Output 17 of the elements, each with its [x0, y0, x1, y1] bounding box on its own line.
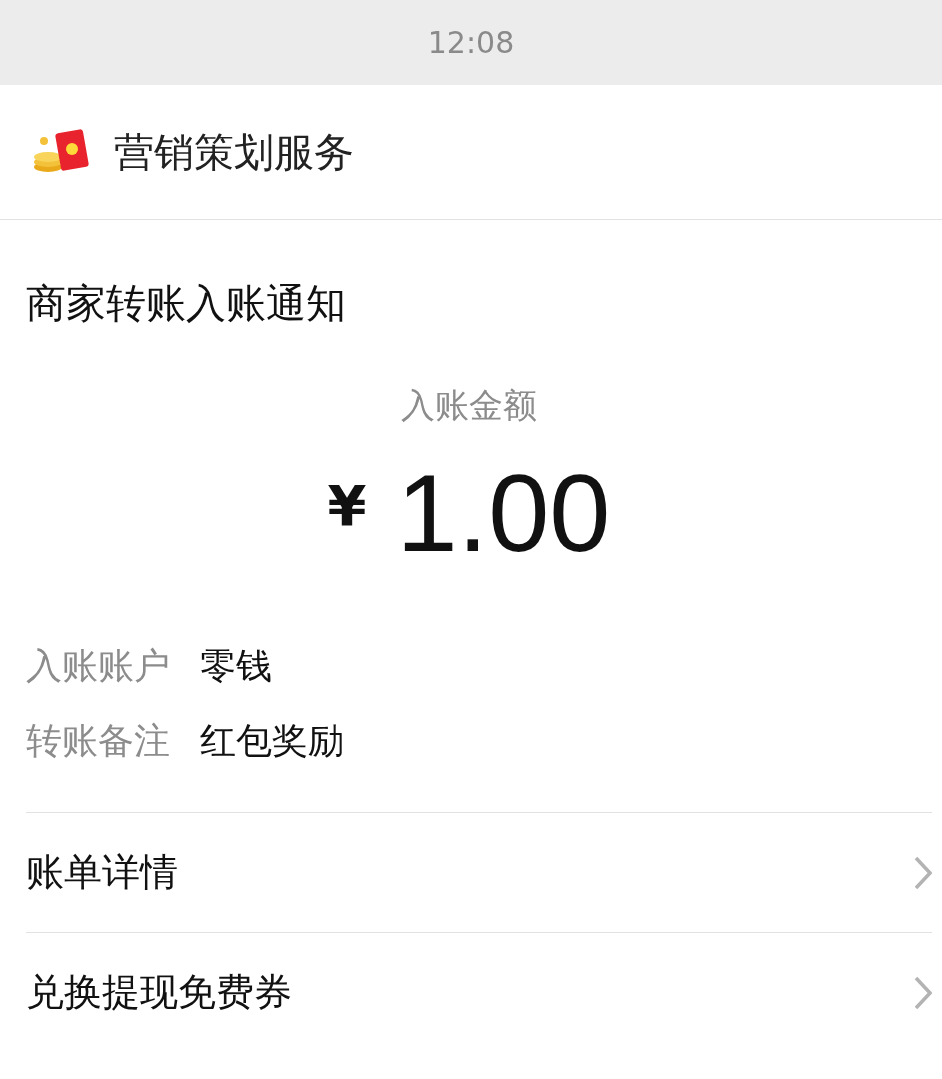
- detail-label: 入账账户: [26, 644, 170, 688]
- detail-value: 红包奖励: [200, 719, 344, 763]
- account-title: 营销策划服务: [114, 127, 354, 177]
- amount-label: 入账金额: [401, 384, 537, 427]
- amount-value: 1.00: [396, 450, 611, 576]
- link-label: 兑换提现免费券: [26, 969, 292, 1016]
- chevron-right-icon: [914, 975, 932, 1010]
- detail-label: 转账备注: [26, 719, 170, 763]
- link-label: 账单详情: [26, 849, 178, 896]
- detail-value: 零钱: [200, 644, 272, 688]
- chevron-right-icon: [914, 855, 932, 890]
- link-row[interactable]: 账单详情: [26, 813, 932, 933]
- link-row[interactable]: 兑换提现免费券: [26, 933, 932, 1052]
- notice-title: 商家转账入账通知: [26, 279, 346, 328]
- envelope-coins-icon: [32, 129, 90, 175]
- status-time: 12:08: [427, 25, 515, 60]
- currency-symbol: ¥: [327, 473, 367, 538]
